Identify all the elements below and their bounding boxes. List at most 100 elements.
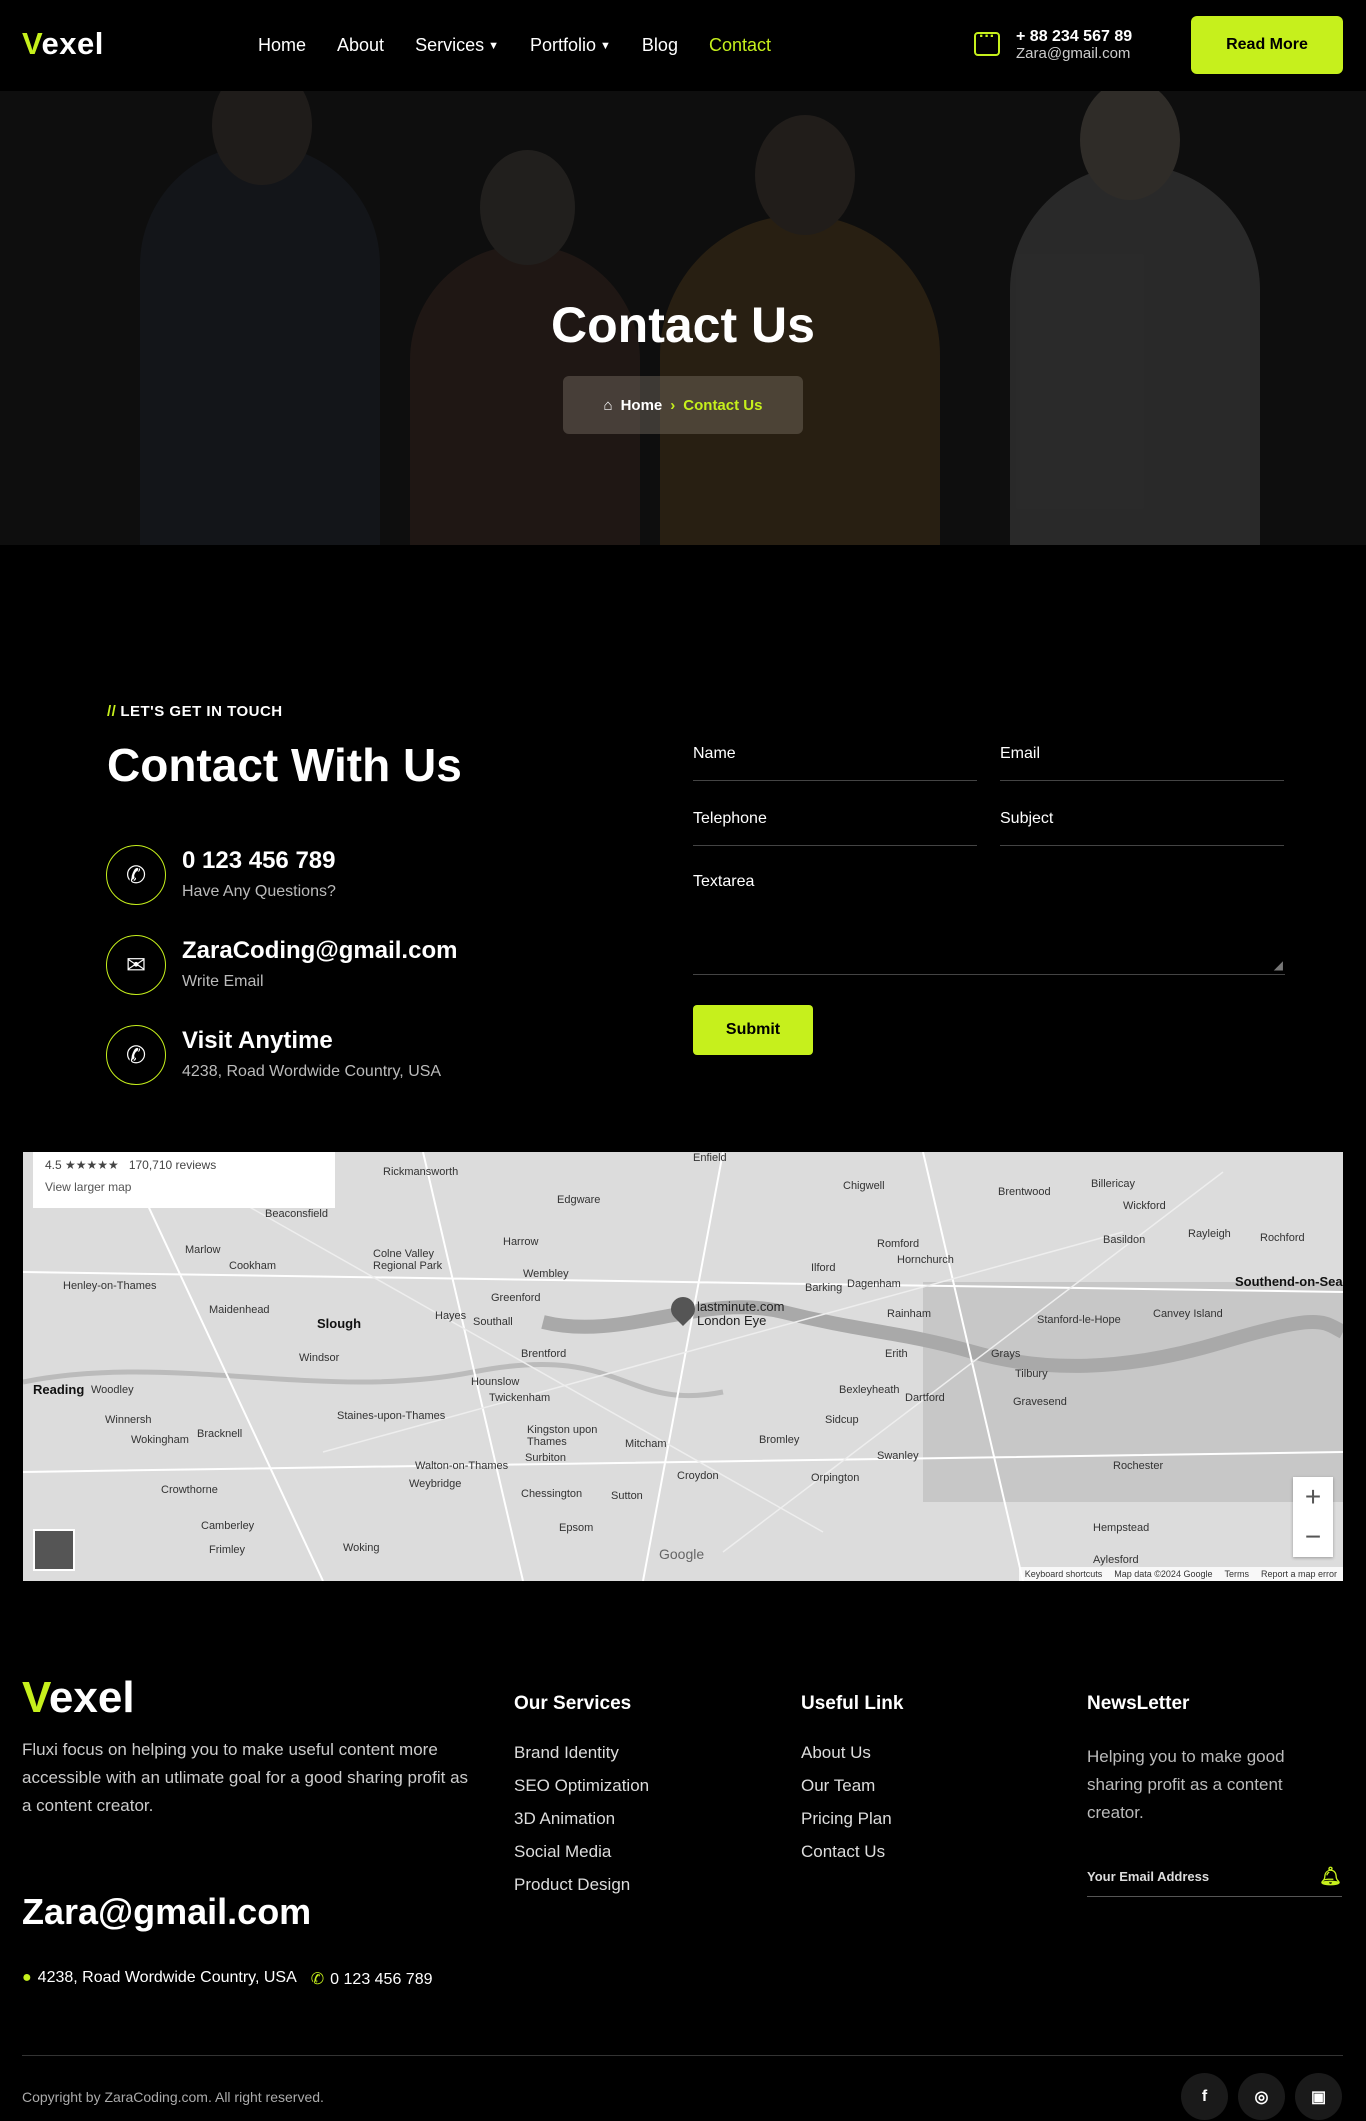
keyboard-shortcuts-link[interactable]: Keyboard shortcuts [1025,1569,1103,1579]
map-place-label: Rochford [1260,1232,1305,1244]
report-map-error-link[interactable]: Report a map error [1261,1569,1337,1579]
map-place-label: Gravesend [1013,1396,1067,1408]
map-place-label: Walton-on-Thames [415,1460,509,1472]
footer-email[interactable]: Zara@gmail.com [22,1891,311,1933]
message-textarea[interactable]: Textarea ◢ [693,873,1285,975]
map-place-label: Maidenhead [209,1304,270,1316]
contact-phone-value[interactable]: 0 123 456 789 [182,847,336,875]
bell-icon[interactable]: 🔔︎ [1319,1866,1342,1887]
map-place-label: Mitcham [625,1438,667,1450]
footer-link[interactable]: SEO Optimization [514,1776,649,1796]
nav-contact-label: Contact [708,35,771,55]
page-title: Contact Us [551,297,815,353]
newsletter-email-input[interactable]: Your Email Address 🔔︎ [1087,1857,1342,1897]
section-kicker: //LET'S GET IN TOUCH [107,703,283,720]
map-place-label: Brentwood [998,1186,1051,1198]
zoom-out-button[interactable]: − [1293,1517,1333,1557]
subject-placeholder: Subject [1000,810,1054,827]
footer-link[interactable]: About Us [801,1743,903,1763]
read-more-button[interactable]: Read More [1191,16,1343,74]
map-place-label: Southall [473,1316,513,1328]
page-hero: Contact Us ⌂ Home › Contact Us [0,91,1366,545]
name-field[interactable]: Name [693,745,977,781]
footer-link[interactable]: 3D Animation [514,1809,649,1829]
nav-services[interactable]: Services ▼ [415,35,499,56]
map-place-label: Bromley [759,1434,800,1446]
google-logo: Google [659,1546,705,1562]
copyright-text: Copyright by ZaraCoding.com. All right r… [22,2089,324,2105]
footer-link[interactable]: Product Design [514,1875,649,1895]
email-field[interactable]: Email [1000,745,1284,781]
pin-label-line-1: lastminute.com [697,1299,785,1314]
map-place-label: Billericay [1091,1178,1136,1190]
nav-blog[interactable]: Blog [642,35,678,56]
contact-email-value[interactable]: ZaraCoding@gmail.com [182,937,457,965]
telephone-field[interactable]: Telephone [693,810,977,846]
chevron-down-icon: ▼ [488,39,499,52]
map-place-label: Wickford [1123,1200,1166,1212]
header-phone[interactable]: + 88 234 567 89 [1016,28,1132,46]
telephone-placeholder: Telephone [693,810,767,827]
map-place-label: Hornchurch [897,1254,954,1266]
map-place-label: Sutton [611,1490,643,1502]
map-place-label: Hayes [435,1310,467,1322]
footer-link[interactable]: Brand Identity [514,1743,649,1763]
map-place-label: Surbiton [525,1452,566,1464]
submit-button[interactable]: Submit [693,1005,813,1055]
resize-grip-icon[interactable]: ◢ [1274,958,1283,972]
google-map[interactable]: 4.5 ★★★★★ 170,710 reviews View larger map… [23,1152,1343,1581]
zoom-in-button[interactable]: + [1293,1477,1333,1517]
map-place-label: Rainham [887,1308,932,1320]
map-place-label: Camberley [201,1520,255,1532]
map-place-label: Swanley [877,1450,919,1462]
map-place-label: Greenford [491,1292,541,1304]
map-attribution: Keyboard shortcuts Map data ©2024 Google… [1018,1567,1343,1581]
view-larger-map-link[interactable]: View larger map [45,1180,323,1194]
map-data-text: Map data ©2024 Google [1114,1569,1213,1579]
footer-newsletter-column: NewsLetter Helping you to make good shar… [1087,1693,1342,1897]
pin-label: lastminute.com London Eye [697,1299,785,1329]
nav-portfolio[interactable]: Portfolio ▼ [530,35,611,56]
nav-contact[interactable]: Contact [709,35,771,56]
map-place-label: Enfield [693,1152,727,1164]
map-place-label: Kingston upon Thames [527,1424,598,1449]
contact-phone-caption: Have Any Questions? [182,883,336,900]
contact-address: 4238, Road Wordwide Country, USA [182,1063,442,1080]
map-place-label: Barking [805,1282,843,1294]
map-place-label: Grays [991,1348,1021,1360]
terms-link[interactable]: Terms [1224,1569,1249,1579]
footer-link[interactable]: Contact Us [801,1842,903,1862]
envelope-icon: ✉ [106,935,166,995]
footer-divider [22,2055,1343,2056]
footer-logo[interactable]: Vexel [22,1673,135,1723]
textarea-placeholder: Textarea [693,873,755,890]
map-place-label: Henley-on-Thames [63,1280,157,1292]
nav-about[interactable]: About [337,35,384,56]
footer-link[interactable]: Our Team [801,1776,903,1796]
footer-useful-links-column: Useful Link About Us Our Team Pricing Pl… [801,1693,903,1875]
instagram-icon[interactable]: ▣ [1295,2073,1342,2120]
map-layer-thumbnail[interactable] [33,1529,75,1571]
map-place-label: Canvey Island [1153,1308,1223,1320]
newsletter-placeholder: Your Email Address [1087,1869,1210,1884]
map-place-label: Stanford-le-Hope [1037,1314,1121,1326]
map-place-label: Romford [877,1238,920,1250]
map-place-label: Rayleigh [1188,1228,1231,1240]
map-canvas [23,1152,1343,1581]
phone-icon: ✆ [310,1971,325,1988]
map-place-label: Reading [33,1382,85,1397]
header-email[interactable]: Zara@gmail.com [1016,45,1132,63]
footer-phone[interactable]: 0 123 456 789 [330,1971,432,1988]
site-logo[interactable]: Vexel [22,26,104,62]
nav-home[interactable]: Home [258,35,306,56]
breadcrumb-home-link[interactable]: Home [621,397,663,414]
facebook-icon[interactable]: f [1181,2073,1228,2120]
footer-link[interactable]: Pricing Plan [801,1809,903,1829]
subject-field[interactable]: Subject [1000,810,1284,846]
contact-email-caption: Write Email [182,973,264,990]
footer-link[interactable]: Social Media [514,1842,649,1862]
map-place-label: Croydon [677,1470,719,1482]
dribbble-icon[interactable]: ◎ [1238,2073,1285,2120]
footer-services-column: Our Services Brand Identity SEO Optimiza… [514,1693,649,1908]
footer-services-title: Our Services [514,1693,632,1714]
